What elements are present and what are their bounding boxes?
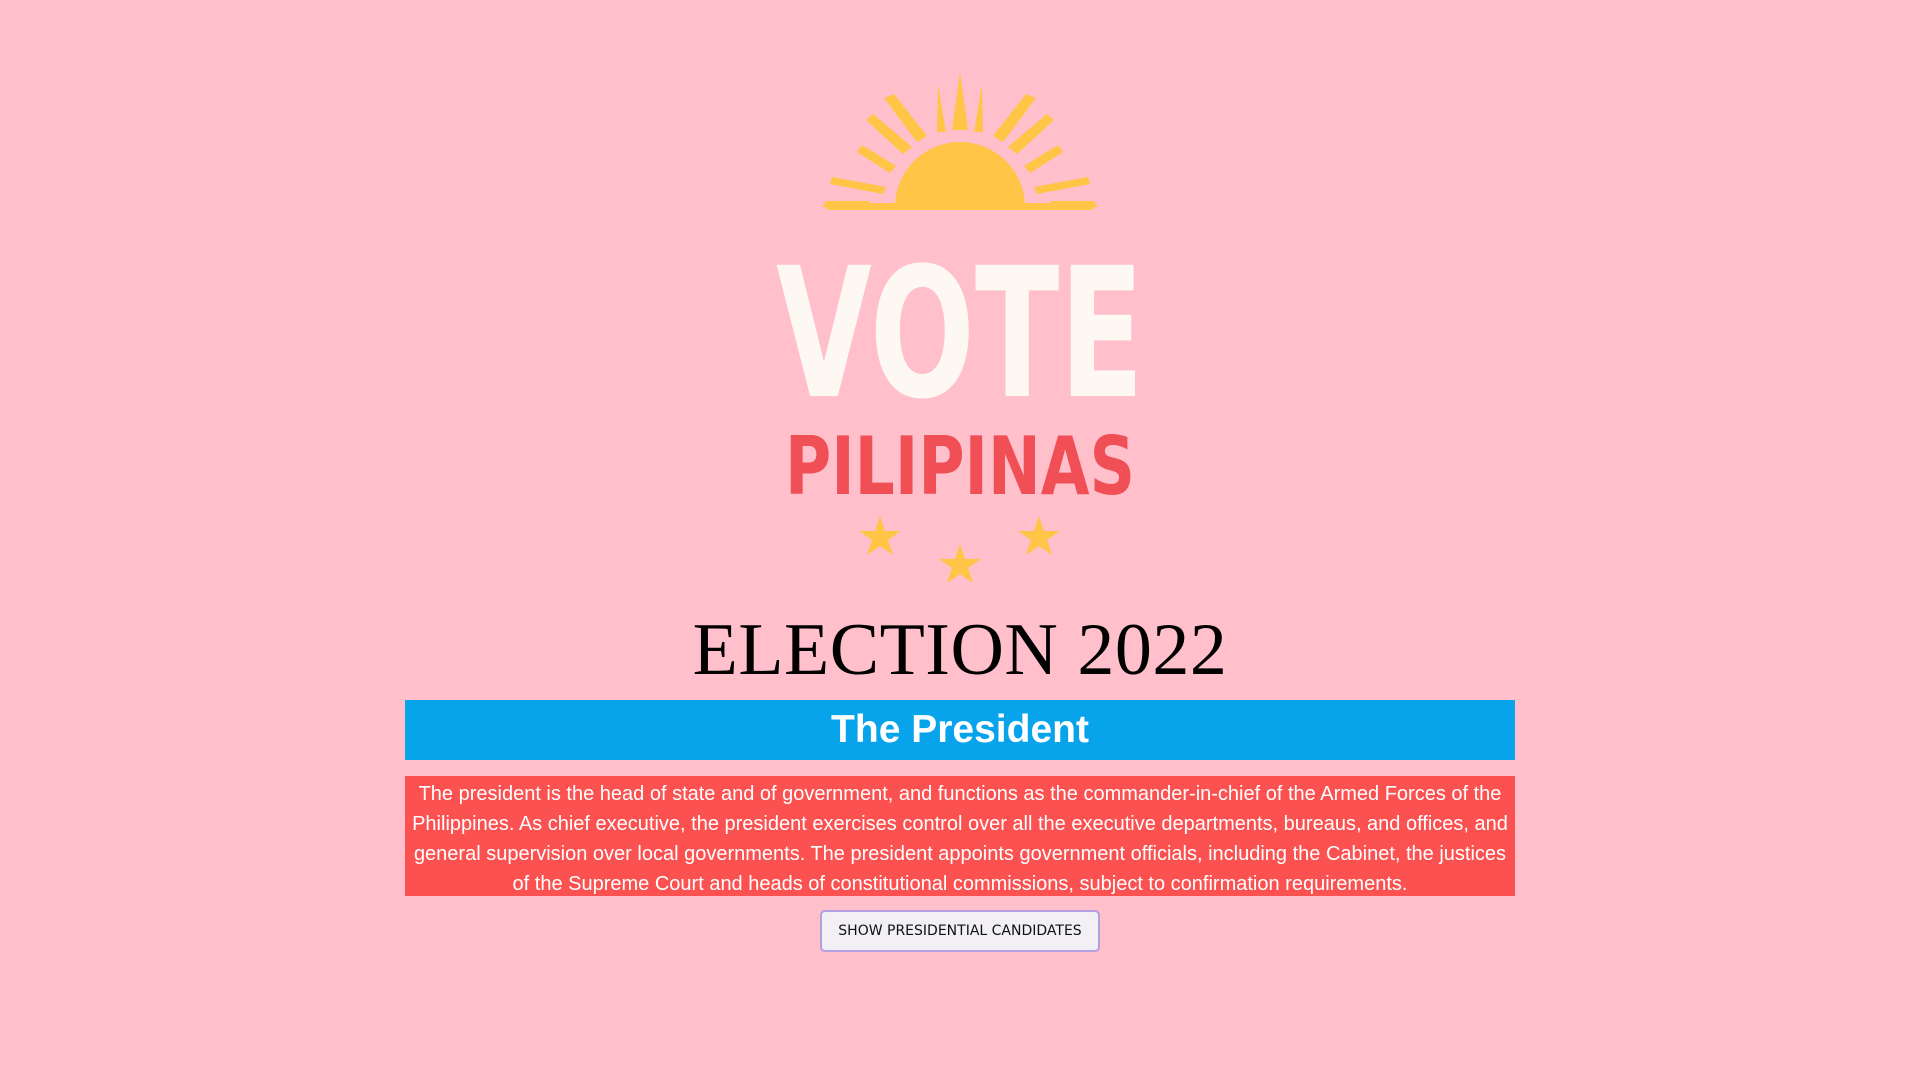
show-presidential-candidates-button[interactable]: SHOW PRESIDENTIAL CANDIDATES [820, 910, 1100, 952]
logo-pilipinas-text: PILIPINAS [785, 420, 1135, 513]
star-icon [859, 516, 901, 555]
section-heading: The President [405, 700, 1515, 760]
sun-icon [822, 72, 1098, 210]
star-icon [939, 544, 981, 583]
section-description: The president is the head of state and o… [405, 776, 1515, 896]
vote-pilipinas-logo: VOTE PILIPINAS [770, 70, 1150, 590]
logo-vote-text: VOTE [776, 230, 1144, 439]
star-icon [1018, 516, 1060, 555]
page-title: ELECTION 2022 [692, 609, 1228, 691]
